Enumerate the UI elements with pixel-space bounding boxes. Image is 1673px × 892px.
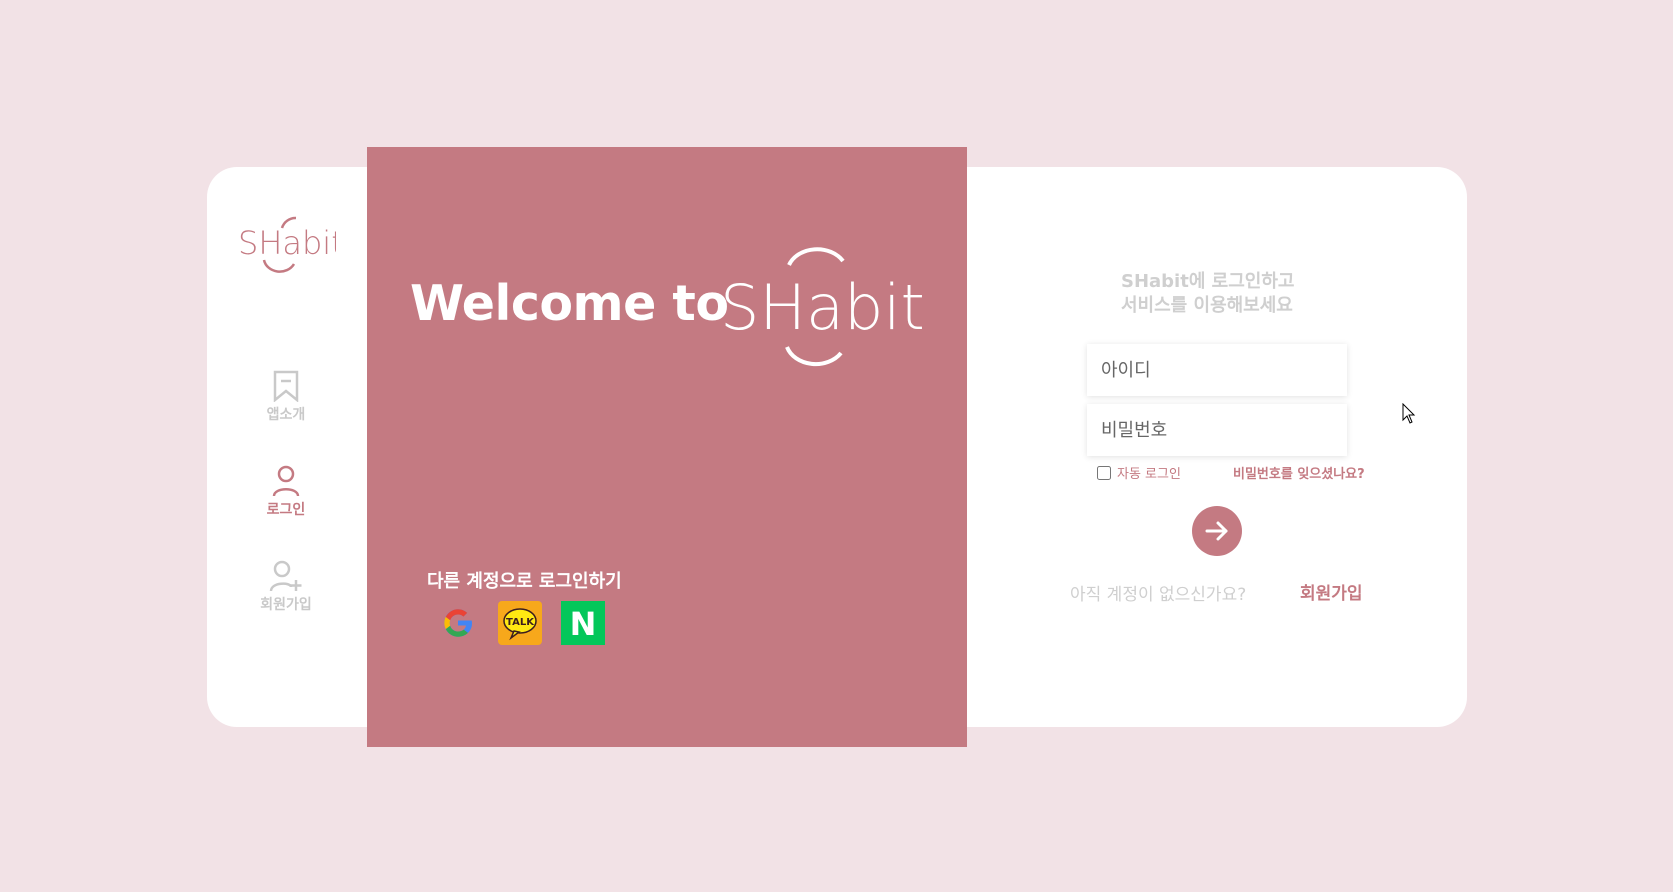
password-input[interactable]: [1087, 404, 1347, 456]
svg-text:N: N: [570, 605, 597, 643]
auto-login-option[interactable]: 자동 로그인: [1097, 463, 1181, 482]
naver-icon: N: [561, 601, 605, 645]
login-intro: SHabit에 로그인하고 서비스를 이용해보세요: [1121, 270, 1294, 318]
arrow-right-icon: [1205, 521, 1228, 541]
google-login-button[interactable]: [436, 601, 480, 645]
forgot-password-link[interactable]: 비밀번호를 잊으셨나요?: [1233, 463, 1365, 482]
sidebar-item-label: 로그인: [266, 502, 306, 518]
intro-line-2: 서비스를 이용해보세요: [1121, 295, 1293, 316]
kakao-login-button[interactable]: TALK: [498, 601, 542, 645]
shabit-logo: SHabit: [238, 216, 336, 273]
sidebar-item-app-intro[interactable]: 앱소개: [231, 370, 341, 424]
shabit-logo-large: SHabit: [723, 247, 923, 367]
sidebar-item-login[interactable]: 로그인: [231, 465, 341, 519]
login-submit-button[interactable]: [1192, 506, 1242, 556]
auto-login-checkbox[interactable]: [1097, 465, 1111, 480]
mouse-cursor-icon: [1402, 403, 1416, 424]
other-login-title: 다른 계정으로 로그인하기: [427, 571, 622, 592]
svg-text:SHabit: SHabit: [723, 271, 923, 344]
svg-text:SHabit: SHabit: [238, 224, 336, 262]
google-icon: [444, 609, 472, 637]
no-account-text: 아직 계정이 없으신가요?: [1070, 585, 1247, 605]
naver-login-button[interactable]: N: [561, 601, 605, 645]
user-plus-icon: [269, 560, 302, 592]
sidebar-item-label: 앱소개: [266, 407, 306, 423]
id-input[interactable]: [1087, 344, 1347, 396]
sidebar-item-label: 회원가입: [260, 597, 312, 613]
signup-link[interactable]: 회원가입: [1300, 579, 1363, 604]
intro-line-1: SHabit에 로그인하고: [1121, 271, 1295, 292]
welcome-title: Welcome to: [410, 275, 729, 332]
bookmark-icon: [273, 370, 299, 402]
user-icon: [272, 465, 300, 497]
kakao-talk-icon: TALK: [498, 601, 542, 645]
svg-text:TALK: TALK: [506, 617, 535, 628]
welcome-panel: Welcome to SHabit 다른 계정으로 로그인하기 TALK N: [367, 147, 967, 747]
auto-login-label: 자동 로그인: [1117, 467, 1181, 482]
sidebar-item-signup[interactable]: 회원가입: [231, 560, 341, 614]
